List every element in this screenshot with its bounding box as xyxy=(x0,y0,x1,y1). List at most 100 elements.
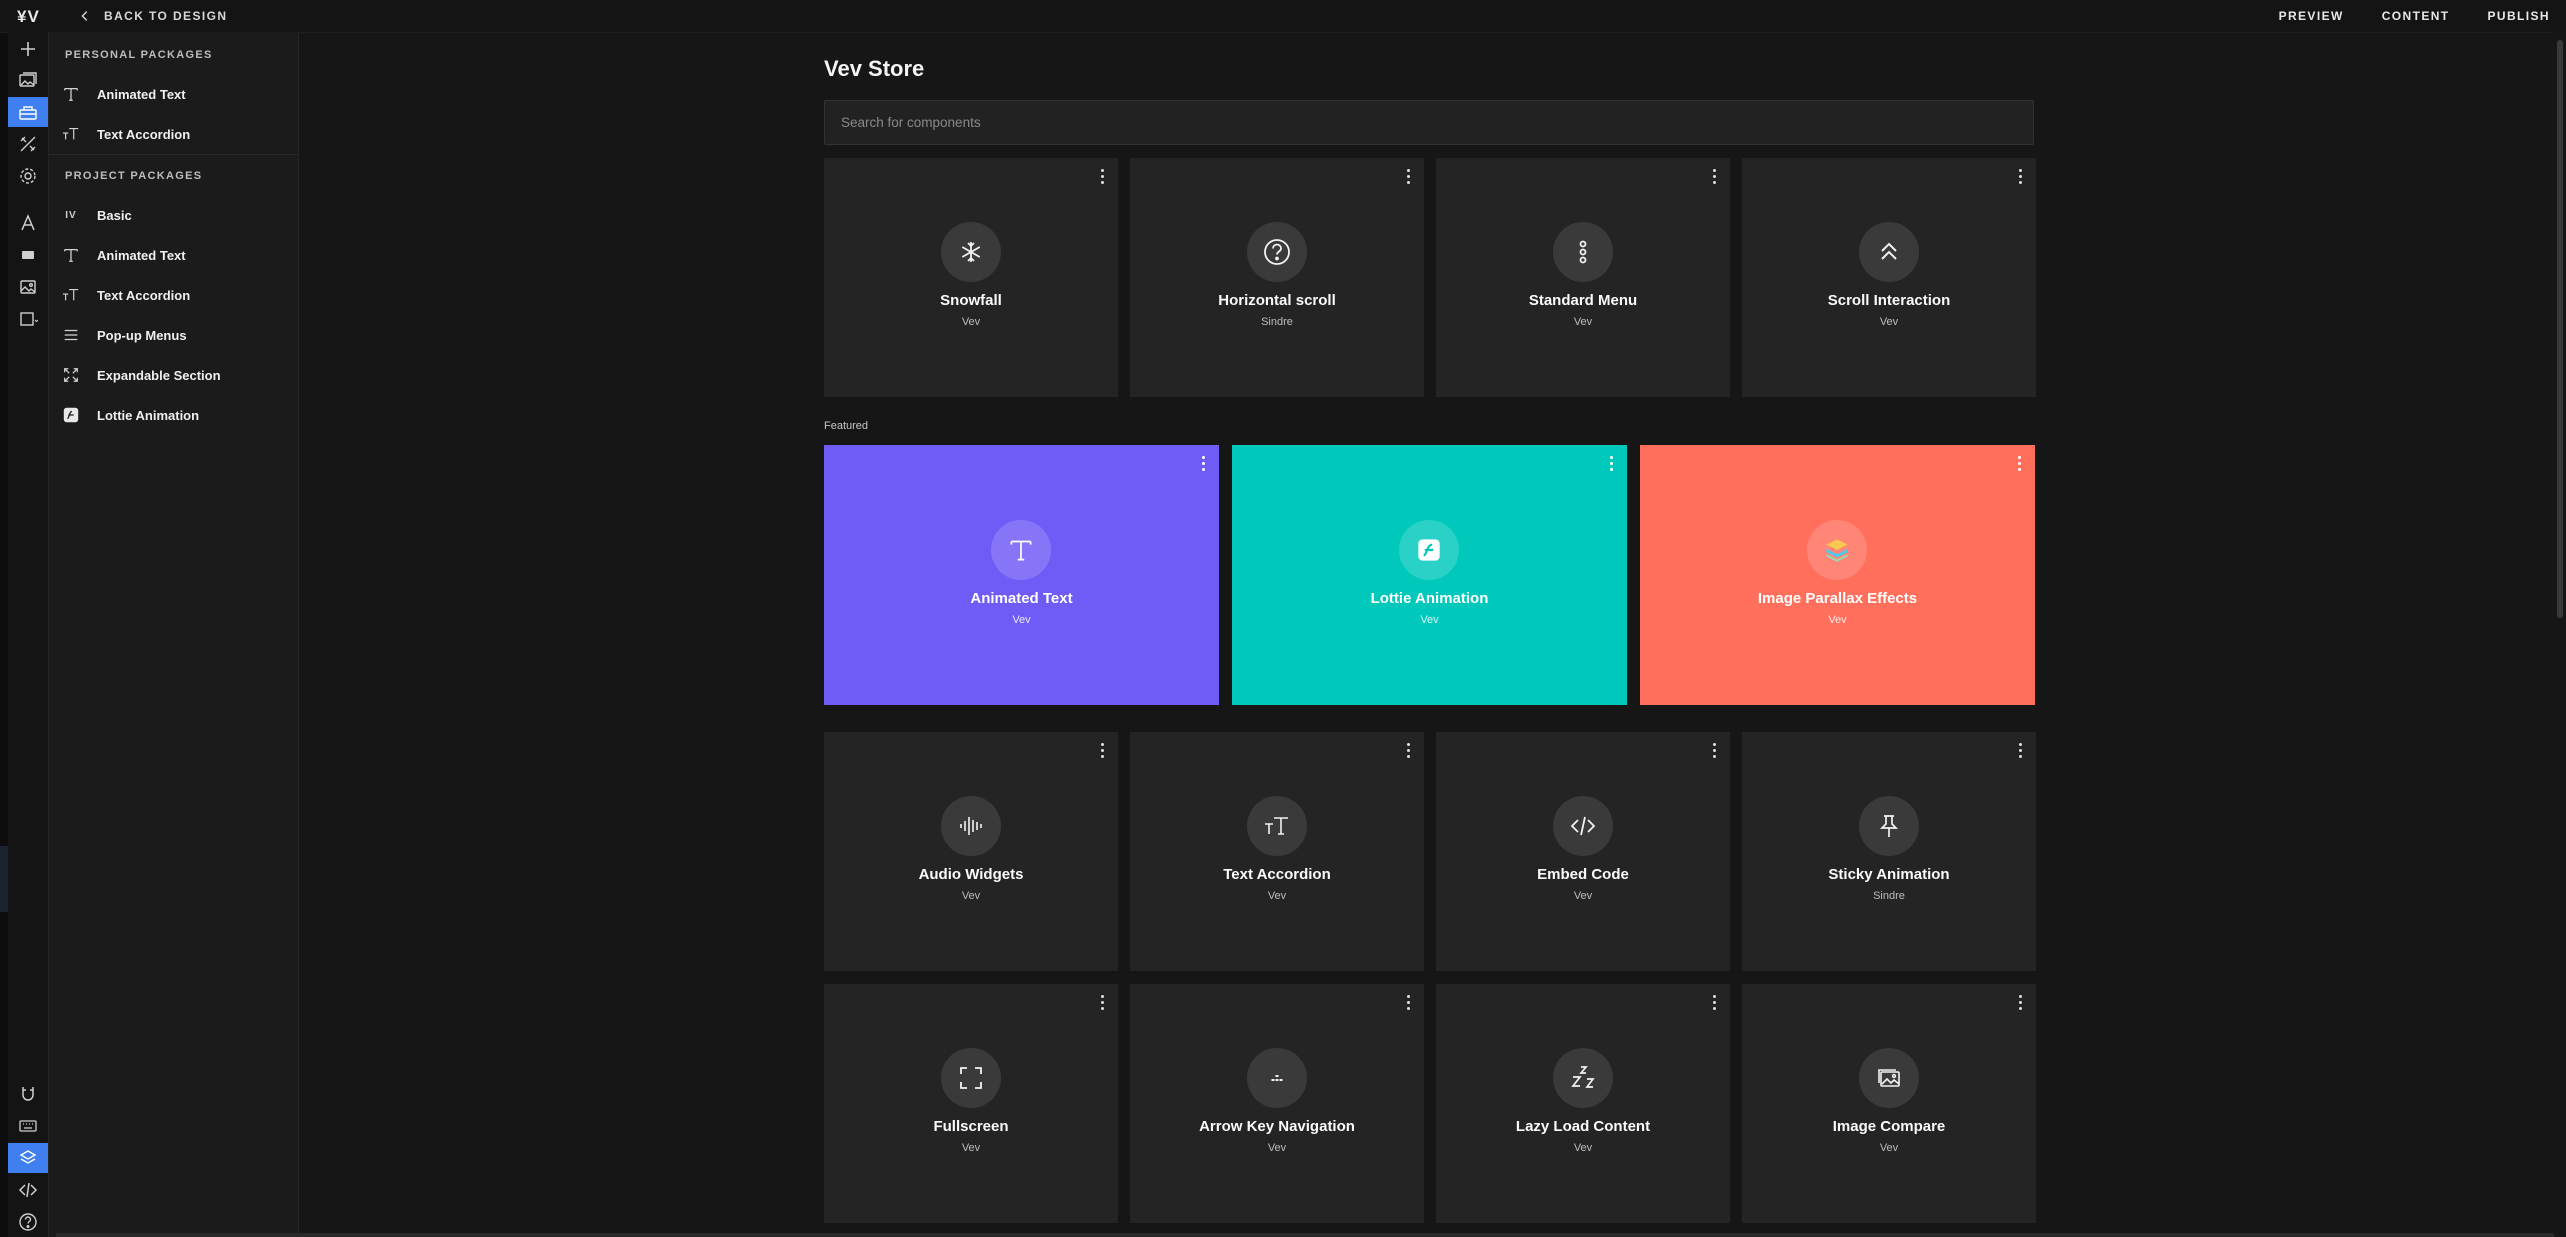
more-options-icon[interactable] xyxy=(1402,992,1414,1012)
component-card-snowfall[interactable]: Snowfall Vev xyxy=(824,158,1118,397)
layers-icon[interactable] xyxy=(8,1143,48,1173)
card-title: Horizontal scroll xyxy=(1218,292,1336,309)
code-icon[interactable] xyxy=(8,1175,48,1205)
component-card-fullscreen[interactable]: Fullscreen Vev xyxy=(824,984,1118,1223)
project-item-popup-menus[interactable]: Pop-up Menus xyxy=(49,315,298,355)
card-title: Audio Widgets xyxy=(918,866,1024,883)
fullscreen-icon xyxy=(941,1048,1001,1108)
card-author: Vev xyxy=(1267,890,1287,902)
project-item-expandable-section[interactable]: Expandable Section xyxy=(49,355,298,395)
more-options-icon[interactable] xyxy=(2014,992,2026,1012)
package-label: Pop-up Menus xyxy=(97,327,187,343)
more-options-icon[interactable] xyxy=(1402,740,1414,760)
help-icon[interactable] xyxy=(8,1207,48,1237)
card-title: Text Accordion xyxy=(1223,866,1331,883)
more-options-icon[interactable] xyxy=(2014,740,2026,760)
more-options-icon[interactable] xyxy=(1708,166,1720,186)
card-author: Vev xyxy=(1879,1142,1899,1154)
component-card-sticky-animation[interactable]: Sticky Animation Sindre xyxy=(1742,732,2036,971)
more-options-icon[interactable] xyxy=(1708,740,1720,760)
card-author: Vev xyxy=(1573,890,1593,902)
featured-label: Featured xyxy=(824,420,869,432)
image-stack-icon[interactable] xyxy=(8,65,48,95)
component-card-lazy-load-content[interactable]: Lazy Load Content Vev xyxy=(1436,984,1730,1223)
more-options-icon[interactable] xyxy=(2014,166,2026,186)
more-options-icon[interactable] xyxy=(2013,453,2025,473)
package-label: Basic xyxy=(97,207,132,223)
featured-card-lottie-animation[interactable]: Lottie Animation Vev xyxy=(1232,445,1627,705)
card-title: Fullscreen xyxy=(933,1118,1009,1135)
keyboard-icon[interactable] xyxy=(8,1111,48,1141)
component-card-horizontal-scroll[interactable]: Horizontal scroll Sindre xyxy=(1130,158,1424,397)
top-bar: ¥V BACK TO DESIGN PREVIEW CONTENT PUBLIS… xyxy=(0,0,2566,33)
personal-item-text-accordion[interactable]: Text Accordion xyxy=(49,114,298,154)
vertical-dots-icon xyxy=(1553,222,1613,282)
card-title: Standard Menu xyxy=(1528,292,1638,309)
preview-button[interactable]: PREVIEW xyxy=(2279,9,2344,23)
code-icon xyxy=(1553,796,1613,856)
package-label: Animated Text xyxy=(97,86,186,102)
personal-item-animated-text[interactable]: Animated Text xyxy=(49,74,298,114)
card-author: Vev xyxy=(961,1142,981,1154)
bottom-border xyxy=(56,1233,2554,1237)
card-title: Arrow Key Navigation xyxy=(1199,1118,1355,1135)
component-card-arrow-key-navigation[interactable]: Arrow Key Navigation Vev xyxy=(1130,984,1424,1223)
store-icon[interactable] xyxy=(8,97,48,127)
component-card-text-accordion[interactable]: Text Accordion Vev xyxy=(1130,732,1424,971)
double-chevron-up-icon xyxy=(1859,222,1919,282)
card-title: Image Parallax Effects xyxy=(1757,590,1918,607)
more-options-icon[interactable] xyxy=(1096,166,1108,186)
project-item-text-accordion[interactable]: Text Accordion xyxy=(49,275,298,315)
component-card-scroll-interaction[interactable]: Scroll Interaction Vev xyxy=(1742,158,2036,397)
search-input[interactable] xyxy=(824,100,2034,145)
tools-icon[interactable] xyxy=(8,129,48,159)
question-icon xyxy=(1247,222,1307,282)
image-icon[interactable] xyxy=(8,272,48,302)
component-card-embed-code[interactable]: Embed Code Vev xyxy=(1436,732,1730,971)
card-title: Embed Code xyxy=(1537,866,1629,883)
card-author: Vev xyxy=(1573,1142,1593,1154)
top-nav: PREVIEW CONTENT PUBLISH xyxy=(2279,0,2550,32)
gear-icon[interactable] xyxy=(8,161,48,191)
lottie-icon xyxy=(1399,520,1459,580)
component-card-image-compare[interactable]: Image Compare Vev xyxy=(1742,984,2036,1223)
plus-icon[interactable] xyxy=(8,34,48,64)
more-options-icon[interactable] xyxy=(1605,453,1617,473)
vev-logo[interactable]: ¥V xyxy=(17,7,40,27)
publish-button[interactable]: PUBLISH xyxy=(2488,9,2550,23)
more-options-icon[interactable] xyxy=(1096,992,1108,1012)
magnet-icon[interactable] xyxy=(8,1079,48,1109)
card-title: Snowfall xyxy=(940,292,1002,309)
scrollbar-thumb[interactable] xyxy=(2557,40,2563,618)
featured-card-image-parallax-effects[interactable]: Image Parallax Effects Vev xyxy=(1640,445,2035,705)
back-to-design-button[interactable]: BACK TO DESIGN xyxy=(78,0,227,32)
image-compare-icon xyxy=(1859,1048,1919,1108)
text-icon xyxy=(61,84,81,104)
type-icon[interactable] xyxy=(8,208,48,238)
frame-icon[interactable] xyxy=(8,304,48,334)
package-label: Lottie Animation xyxy=(97,407,200,423)
more-options-icon[interactable] xyxy=(1708,992,1720,1012)
project-item-animated-text[interactable]: Animated Text xyxy=(49,235,298,275)
content-button[interactable]: CONTENT xyxy=(2382,9,2450,23)
layers-color-icon xyxy=(1807,520,1867,580)
card-title: Sticky Animation xyxy=(1828,866,1950,883)
sleep-icon xyxy=(1553,1048,1613,1108)
card-title: Lazy Load Content xyxy=(1515,1118,1651,1135)
project-item-basic[interactable]: IV Basic xyxy=(49,195,298,235)
component-card-standard-menu[interactable]: Standard Menu Vev xyxy=(1436,158,1730,397)
component-card-audio-widgets[interactable]: Audio Widgets Vev xyxy=(824,732,1118,971)
card-title: Scroll Interaction xyxy=(1827,292,1951,309)
pin-icon xyxy=(1859,796,1919,856)
block-icon[interactable] xyxy=(8,240,48,270)
more-options-icon[interactable] xyxy=(1096,740,1108,760)
more-options-icon[interactable] xyxy=(1402,166,1414,186)
project-item-lottie-animation[interactable]: Lottie Animation xyxy=(49,395,298,435)
expand-icon xyxy=(61,365,81,385)
audio-wave-icon xyxy=(941,796,1001,856)
card-author: Sindre xyxy=(1873,890,1905,902)
lottie-icon xyxy=(61,405,81,425)
project-packages-title: PROJECT PACKAGES xyxy=(65,170,203,182)
featured-card-animated-text[interactable]: Animated Text Vev xyxy=(824,445,1219,705)
more-options-icon[interactable] xyxy=(1197,453,1209,473)
